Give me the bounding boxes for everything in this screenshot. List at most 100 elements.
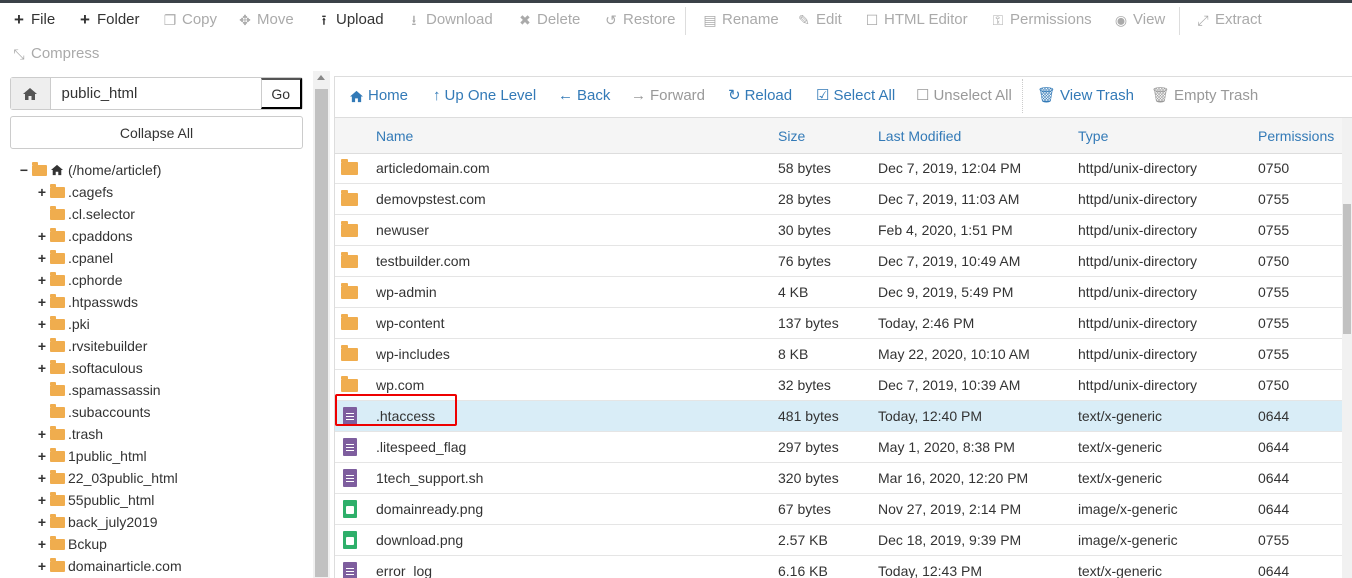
new-folder-button[interactable]: + Folder: [78, 6, 140, 34]
rename-button[interactable]: ▤ Rename: [703, 6, 778, 34]
table-row[interactable]: articledomain.com 58 bytes Dec 7, 2019, 12…: [335, 154, 1343, 184]
table-row[interactable]: .litespeed_flag 297 bytes May 1, 2020, 8:3…: [335, 432, 1343, 463]
file-list-scrollbar[interactable]: [1342, 118, 1352, 578]
tree-item[interactable]: .cl.selector: [18, 203, 308, 225]
html-editor-button[interactable]: ☐ HTML Editor: [865, 6, 968, 34]
expand-toggle[interactable]: +: [36, 533, 48, 555]
up-one-level-button[interactable]: ↑ Up One Level: [433, 87, 536, 105]
download-button[interactable]: ⭳ Download: [407, 6, 493, 34]
expand-toggle[interactable]: +: [36, 247, 48, 269]
expand-toggle[interactable]: +: [36, 313, 48, 335]
table-row[interactable]: wp.com 32 bytes Dec 7, 2019, 10:39 AM httpd…: [335, 370, 1343, 401]
tree-item[interactable]: + .rvsitebuilder: [18, 335, 308, 357]
expand-toggle[interactable]: +: [36, 357, 48, 379]
table-row[interactable]: wp-admin 4 KB Dec 9, 2019, 5:49 PM httpd/un…: [335, 277, 1343, 308]
table-row[interactable]: wp-content 137 bytes Today, 2:46 PM httpd/u…: [335, 308, 1343, 339]
tree-item[interactable]: + .pki: [18, 313, 308, 335]
edit-button[interactable]: ✎ Edit: [797, 6, 842, 34]
scrollbar-thumb[interactable]: [315, 89, 328, 577]
file-modified: Today, 2:46 PM: [878, 315, 975, 331]
expand-toggle[interactable]: +: [36, 335, 48, 357]
column-header-name[interactable]: Name: [376, 128, 413, 144]
empty-trash-button[interactable]: 🗑 Empty Trash: [1151, 87, 1258, 105]
restore-button[interactable]: ↺ Restore: [604, 6, 675, 34]
delete-button[interactable]: ✖ Delete: [518, 6, 580, 34]
table-row[interactable]: download.png 2.57 KB Dec 18, 2019, 9:39 PM…: [335, 525, 1343, 556]
tree-item-label: .trash: [68, 426, 104, 442]
tree-item[interactable]: + .trash: [18, 423, 308, 445]
expand-toggle[interactable]: +: [36, 555, 48, 577]
tree-item[interactable]: +1public_html: [18, 445, 308, 467]
move-button[interactable]: ✥ Move: [238, 6, 294, 34]
expand-toggle[interactable]: +: [36, 467, 48, 489]
tree-item[interactable]: +55public_html: [18, 489, 308, 511]
view-button[interactable]: ◉ View: [1114, 6, 1165, 34]
expand-toggle[interactable]: +: [36, 511, 48, 533]
home-button[interactable]: [11, 78, 51, 109]
upload-icon: ⭱: [321, 12, 327, 28]
tree-item[interactable]: +22_03public_html: [18, 467, 308, 489]
tree-item[interactable]: + .htpasswds: [18, 291, 308, 313]
table-row[interactable]: domainready.png 67 bytes Nov 27, 2019, 2:1…: [335, 494, 1343, 525]
path-input[interactable]: [50, 78, 261, 109]
select-all-button[interactable]: ☑ Select All: [816, 87, 895, 105]
tree-item[interactable]: + .cagefs: [18, 181, 308, 203]
expand-toggle[interactable]: +: [36, 291, 48, 313]
column-header-size[interactable]: Size: [778, 128, 805, 144]
folder-icon: [341, 190, 358, 206]
file-size: 2.57 KB: [778, 532, 828, 548]
nav-separator: [1022, 79, 1023, 113]
table-row[interactable]: testbuilder.com 76 bytes Dec 7, 2019, 10:4…: [335, 246, 1343, 277]
file-list-panel: Home ↑ Up One Level ← Back → Forward ↻ Reloa…: [334, 76, 1352, 578]
upload-button[interactable]: ⭱ Upload: [317, 6, 384, 34]
permissions-button[interactable]: ⚿ Permissions: [991, 6, 1092, 34]
tree-item[interactable]: + .cpanel: [18, 247, 308, 269]
tree-item[interactable]: + Bckup: [18, 533, 308, 555]
column-header-type[interactable]: Type: [1078, 128, 1108, 144]
tree-item[interactable]: + domainarticle.com: [18, 555, 308, 577]
view-trash-button[interactable]: 🗑 View Trash: [1037, 87, 1134, 105]
column-header-permissions[interactable]: Permissions: [1258, 128, 1334, 144]
table-row[interactable]: error_log 6.16 KB Today, 12:43 PM text/x-ge…: [335, 556, 1343, 578]
expand-toggle[interactable]: +: [36, 225, 48, 247]
compress-button[interactable]: ⤡ Compress: [12, 40, 99, 68]
tree-root[interactable]: − (/home/articlef): [18, 159, 308, 181]
tree-item[interactable]: + .softaculous: [18, 357, 308, 379]
copy-button[interactable]: ❐ Copy: [163, 6, 217, 34]
tree-item[interactable]: + .cphorde: [18, 269, 308, 291]
scrollbar-thumb[interactable]: [1343, 204, 1351, 334]
table-row[interactable]: demovpstest.com 28 bytes Dec 7, 2019, 11:0…: [335, 184, 1343, 215]
reload-button[interactable]: ↻ Reload: [728, 87, 792, 105]
collapse-all-button[interactable]: Collapse All: [10, 116, 303, 149]
file-permissions: 0644: [1258, 501, 1290, 517]
extract-button[interactable]: ⤢ Extract: [1196, 6, 1261, 34]
expand-toggle[interactable]: +: [36, 423, 48, 445]
unselect-all-button[interactable]: ☐ Unselect All: [916, 87, 1012, 105]
table-row[interactable]: wp-includes 8 KB May 22, 2020, 10:10 AM htt…: [335, 339, 1343, 370]
file-size: 8 KB: [778, 346, 809, 362]
nav-home-button[interactable]: Home: [349, 87, 408, 105]
tree-item[interactable]: .subaccounts: [18, 401, 308, 423]
column-header-last-modified[interactable]: Last Modified: [878, 128, 961, 144]
tree-item[interactable]: .spamassassin: [18, 379, 308, 401]
left-scrollbar[interactable]: [313, 71, 330, 578]
file-size: 76 bytes: [778, 253, 831, 269]
tree-item[interactable]: + .cpaddons: [18, 225, 308, 247]
folder-icon: [50, 513, 65, 528]
table-row[interactable]: .htaccess 481 bytes Today, 12:40 PM text/x-…: [335, 401, 1343, 432]
expand-toggle[interactable]: +: [36, 489, 48, 511]
table-row[interactable]: newuser 30 bytes Feb 4, 2020, 1:51 PM httpd…: [335, 215, 1343, 246]
expand-toggle[interactable]: +: [36, 181, 48, 203]
table-row[interactable]: 1tech_support.sh 320 bytes Mar 16, 2020, 1…: [335, 463, 1343, 494]
file-name: domainready.png: [376, 501, 484, 517]
scroll-up-arrow-icon[interactable]: [317, 75, 325, 80]
expand-toggle[interactable]: +: [36, 445, 48, 467]
collapse-toggle[interactable]: −: [18, 159, 30, 181]
forward-button[interactable]: → Forward: [631, 87, 705, 105]
go-button[interactable]: Go: [260, 78, 302, 109]
new-file-button[interactable]: + File: [12, 6, 55, 34]
back-button[interactable]: ← Back: [558, 87, 610, 105]
compress-icon: ⤡: [13, 46, 25, 62]
tree-item[interactable]: + back_july2019: [18, 511, 308, 533]
expand-toggle[interactable]: +: [36, 269, 48, 291]
